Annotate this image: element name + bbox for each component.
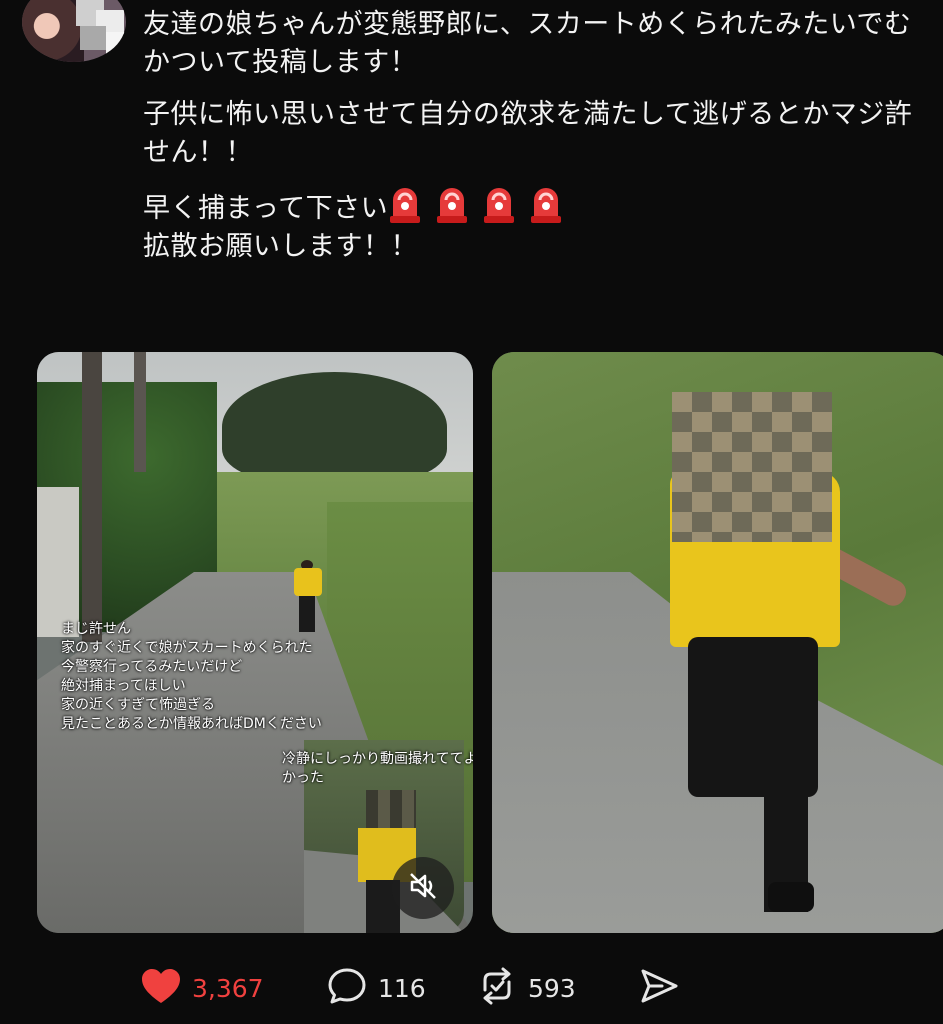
police-light-icon (529, 186, 563, 224)
image-pole (82, 352, 102, 642)
comment-icon (326, 966, 368, 1010)
avatar-photo (22, 0, 84, 62)
action-bar: 3,367 116 593 (140, 965, 940, 1011)
post-paragraph-text: 早く捕まって下さい (143, 193, 389, 224)
police-light-icon (482, 186, 516, 224)
post-body: 友達の娘ちゃんが変態野郎に、スカートめくられたみたいでむかついて投稿します！ 子… (143, 6, 923, 280)
runner-shirt (294, 568, 322, 596)
image-pole (134, 352, 146, 472)
avatar-pixelation (106, 32, 126, 54)
mute-button[interactable] (392, 857, 454, 919)
image-wall (37, 487, 79, 637)
overlay-line: 家のすぐ近くで娘がスカートめくられた (61, 640, 313, 656)
like-count: 3,367 (192, 973, 264, 1003)
post-paragraph-with-icons: 早く捕まって下さい (143, 186, 923, 228)
image-tree (222, 372, 447, 482)
runner-legs (688, 637, 818, 797)
heart-icon (140, 967, 182, 1009)
post-image-1[interactable]: まじ許せん家のすぐ近くで娘がスカートめくられた 今警察行ってるみたいだけど 絶対捕ま… (37, 352, 473, 933)
share-button[interactable] (638, 965, 680, 1011)
overlay-line: まじ許せん (61, 621, 131, 637)
like-button[interactable]: 3,367 (140, 965, 264, 1011)
avatar-pixelation (80, 26, 106, 50)
pixelated-face (672, 392, 832, 542)
overlay-line: 絶対捕まってほしい (61, 678, 186, 694)
police-light-icon (388, 186, 422, 224)
speaker-muted-icon (406, 869, 440, 907)
overlay-line: 見たことあるとか情報あればDMください (61, 716, 322, 732)
reply-count: 116 (378, 973, 426, 1003)
send-icon (638, 966, 680, 1010)
overlay-line: 今警察行ってるみたいだけど (61, 659, 243, 675)
reply-button[interactable]: 116 (326, 965, 426, 1011)
police-light-icon (435, 186, 469, 224)
image-overlay-text: まじ許せん家のすぐ近くで娘がスカートめくられた 今警察行ってるみたいだけど 絶対捕ま… (61, 620, 322, 734)
overlay-line: 家の近くすぎて怖過ぎる (61, 697, 215, 713)
post-paragraph: 拡散お願いします！！ (143, 231, 418, 262)
post-paragraph: 友達の娘ちゃんが変態野郎に、スカートめくられたみたいでむかついて投稿します！ (143, 9, 912, 78)
post-paragraph: 子供に怖い思いさせて自分の欲求を満たして逃げるとかマジ許せん！！ (143, 99, 913, 168)
post-image-2[interactable] (492, 352, 943, 933)
avatar[interactable] (22, 0, 126, 62)
repost-count: 593 (528, 973, 576, 1003)
inset-caption: 冷静にしっかり動画撮れててよかった (282, 751, 473, 786)
repost-icon (476, 966, 518, 1010)
runner-shoe (768, 882, 814, 912)
repost-button[interactable]: 593 (476, 965, 576, 1011)
